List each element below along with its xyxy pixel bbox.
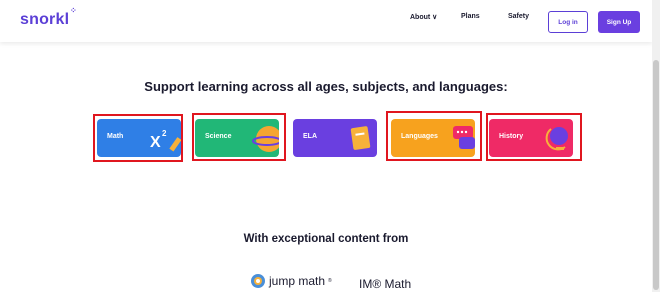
svg-text:2: 2	[162, 129, 167, 138]
page-scrollbar[interactable]	[652, 0, 660, 292]
signup-button[interactable]: Sign Up	[598, 11, 640, 33]
speech-bubbles-icon	[453, 126, 475, 149]
section-heading: Support learning across all ages, subjec…	[144, 79, 508, 94]
subject-label: Science	[205, 133, 232, 140]
subject-label: Math	[107, 133, 124, 140]
jumpmath-logo: jump math ®	[250, 273, 332, 289]
planet-icon	[252, 126, 279, 152]
subject-card-languages[interactable]: Languages	[391, 119, 475, 157]
subject-card-science[interactable]: Science	[195, 119, 279, 157]
nav-plans[interactable]: Plans	[461, 13, 480, 20]
page: snorkl ⁘ About ∨ Plans Safety Log in Sig…	[0, 0, 660, 292]
subject-label: Languages	[401, 133, 438, 140]
svg-text:X: X	[150, 134, 161, 151]
jumpmath-trademark: ®	[328, 278, 332, 284]
jumpmath-swirl-icon	[251, 274, 265, 288]
subject-label: History	[499, 133, 524, 140]
login-button[interactable]: Log in	[548, 11, 588, 33]
sparkle-icon: ⁘	[70, 6, 77, 15]
snorkl-logo[interactable]: snorkl ⁘	[20, 6, 77, 29]
subject-card-history[interactable]: History	[489, 119, 573, 157]
scrollbar-thumb[interactable]	[653, 60, 659, 290]
globe-icon	[545, 127, 568, 151]
logo-text: snorkl	[20, 11, 70, 28]
nav-about[interactable]: About ∨	[410, 13, 437, 21]
im-math-logo: IM® Math	[359, 277, 412, 291]
jumpmath-text: jump math	[269, 274, 326, 288]
x-squared-pencil-icon: X 2	[150, 129, 181, 152]
content-heading: With exceptional content from	[243, 233, 409, 245]
subject-label: ELA	[303, 133, 317, 140]
subject-card-ela[interactable]: ELA	[293, 119, 377, 157]
subject-card-math[interactable]: Math X 2	[97, 119, 181, 157]
nav-safety[interactable]: Safety	[508, 13, 529, 20]
book-icon	[350, 126, 371, 150]
top-header: snorkl ⁘ About ∨ Plans Safety Log in Sig…	[0, 0, 652, 42]
